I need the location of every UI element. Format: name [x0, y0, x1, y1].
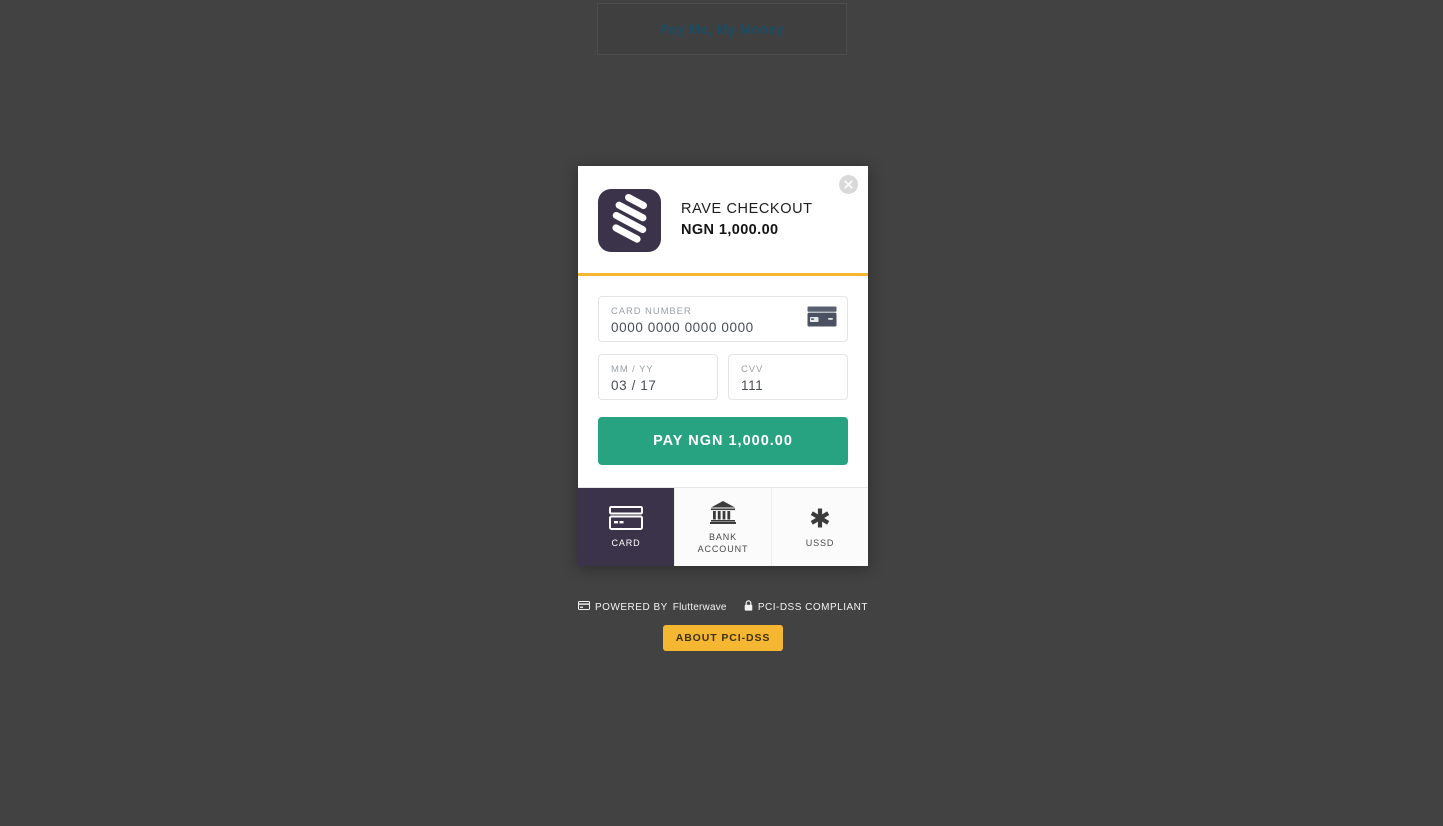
lock-icon [744, 600, 753, 614]
pay-button[interactable]: PAY NGN 1,000.00 [598, 417, 848, 465]
credit-card-icon [807, 306, 837, 332]
payment-method-tabs: CARD BANK [578, 487, 868, 566]
cvv-label: CVV [741, 364, 835, 375]
rave-logo-icon [598, 189, 661, 252]
expiry-field[interactable]: MM / YY [598, 354, 718, 400]
modal-header: RAVE CHECKOUT NGN 1,000.00 [578, 166, 868, 276]
asterisk-icon [808, 505, 832, 531]
close-icon [843, 179, 854, 190]
card-number-field[interactable]: CARD NUMBER [598, 296, 848, 342]
tab-bank-label-line1: BANK [709, 532, 737, 542]
tab-bank-account[interactable]: BANK ACCOUNT [675, 488, 772, 566]
checkout-footer: POWERED BY Flutterwave PCI-DSS COMPLIANT… [578, 600, 868, 651]
rave-checkout-modal: RAVE CHECKOUT NGN 1,000.00 CARD NUMBER [578, 166, 868, 566]
tab-ussd[interactable]: USSD [772, 488, 868, 566]
cvv-field[interactable]: CVV [728, 354, 848, 400]
background-pay-me-button[interactable]: Pay Me, My Money [597, 3, 847, 55]
about-pci-dss-button[interactable]: ABOUT PCI-DSS [663, 625, 784, 651]
tab-ussd-label: USSD [806, 538, 835, 549]
tab-card[interactable]: CARD [578, 488, 675, 566]
tab-bank-account-label: BANK ACCOUNT [698, 532, 749, 555]
powered-by-text: POWERED BY [595, 602, 668, 613]
merchant-info: RAVE CHECKOUT NGN 1,000.00 [681, 199, 813, 242]
credit-card-icon [578, 601, 590, 613]
card-number-label: CARD NUMBER [611, 306, 835, 317]
merchant-name: RAVE CHECKOUT [681, 199, 813, 219]
bank-icon [710, 499, 736, 525]
close-button[interactable] [839, 175, 858, 194]
amount-due: NGN 1,000.00 [681, 219, 813, 242]
cvv-input[interactable] [741, 376, 835, 396]
expiry-cvv-row: MM / YY CVV [598, 354, 848, 400]
expiry-label: MM / YY [611, 364, 705, 375]
credit-card-icon [609, 505, 643, 531]
card-payment-form: CARD NUMBER MM / YY CVV [578, 276, 868, 487]
footer-trust-line: POWERED BY Flutterwave PCI-DSS COMPLIANT [578, 600, 868, 614]
tab-bank-label-line2: ACCOUNT [698, 544, 749, 554]
card-number-input[interactable] [611, 318, 835, 338]
pci-dss-compliant-text: PCI-DSS COMPLIANT [758, 602, 868, 613]
tab-card-label: CARD [611, 538, 640, 549]
expiry-input[interactable] [611, 376, 705, 396]
flutterwave-brand-text: Flutterwave [673, 602, 727, 613]
